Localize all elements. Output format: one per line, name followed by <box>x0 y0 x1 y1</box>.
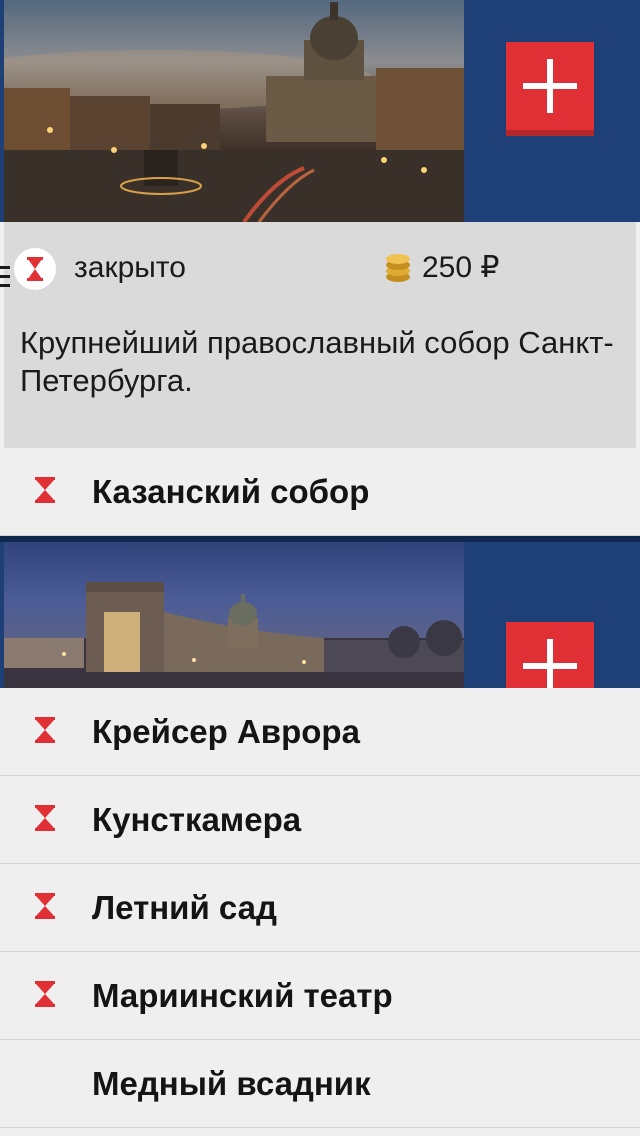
place-name: Медный всадник <box>92 1065 371 1102</box>
place-photo[interactable] <box>4 542 464 688</box>
status-badge <box>14 248 56 290</box>
list-item[interactable]: Казанский собор <box>0 448 640 536</box>
status-text: закрыто <box>74 251 186 284</box>
menu-handle-icon[interactable] <box>0 266 10 296</box>
hourglass-icon <box>35 717 55 743</box>
list-item[interactable]: Мариинский театр <box>0 952 640 1040</box>
hourglass-icon <box>35 981 55 1007</box>
place-description: Крупнейший православный собор Санкт-Пете… <box>20 325 614 398</box>
list-item[interactable]: Летний сад <box>0 864 640 952</box>
place-name: Крейсер Аврора <box>92 713 360 750</box>
place-name: Казанский собор <box>92 473 370 510</box>
place-name: Летний сад <box>92 889 277 926</box>
price-text: 250 ₽ <box>422 251 500 284</box>
add-to-route-button[interactable] <box>506 42 594 130</box>
list-item[interactable]: Кунсткамера <box>0 776 640 864</box>
hourglass-icon <box>35 805 55 831</box>
coins-icon <box>384 251 412 283</box>
hourglass-icon <box>35 477 55 503</box>
place-photo[interactable] <box>4 0 464 222</box>
hourglass-icon <box>27 257 43 281</box>
list-item[interactable]: Крейсер Аврора <box>0 688 640 776</box>
list-item[interactable]: Медный всадник <box>0 1040 640 1128</box>
place-name: Мариинский театр <box>92 977 393 1014</box>
hourglass-icon <box>35 893 55 919</box>
place-name: Кунсткамера <box>92 801 302 838</box>
